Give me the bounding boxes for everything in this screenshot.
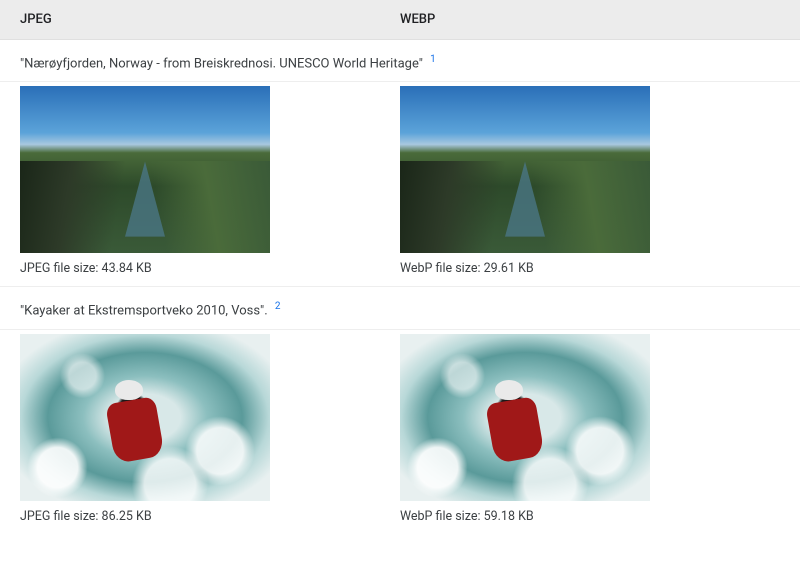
image-caption: "Kayaker at Ekstremsportveko 2010, Voss"…: [20, 304, 268, 319]
webp-thumbnail[interactable]: [400, 334, 650, 501]
image-caption-row: "Nærøyfjorden, Norway - from Breiskredno…: [0, 40, 800, 82]
jpeg-cell: JPEG file size: 43.84 KB: [20, 86, 400, 276]
image-comparison-row: JPEG file size: 43.84 KB WebP file size:…: [0, 82, 800, 287]
jpeg-thumbnail[interactable]: [20, 86, 270, 253]
webp-cell: WebP file size: 59.18 KB: [400, 334, 780, 524]
image-caption-row: "Kayaker at Ekstremsportveko 2010, Voss"…: [0, 287, 800, 329]
column-header-jpeg: JPEG: [20, 12, 400, 27]
footnote-link[interactable]: 1: [430, 54, 436, 65]
footnote-link[interactable]: 2: [275, 301, 281, 312]
webp-size-label: WebP file size: 59.18 KB: [400, 509, 760, 524]
jpeg-cell: JPEG file size: 86.25 KB: [20, 334, 400, 524]
comparison-table: JPEG WEBP "Nærøyfjorden, Norway - from B…: [0, 0, 800, 524]
jpeg-size-label: JPEG file size: 86.25 KB: [20, 509, 380, 524]
jpeg-thumbnail[interactable]: [20, 334, 270, 501]
column-header-webp: WEBP: [400, 12, 780, 27]
image-comparison-row: JPEG file size: 86.25 KB WebP file size:…: [0, 330, 800, 524]
webp-size-label: WebP file size: 29.61 KB: [400, 261, 760, 276]
webp-thumbnail[interactable]: [400, 86, 650, 253]
webp-cell: WebP file size: 29.61 KB: [400, 86, 780, 276]
table-header-row: JPEG WEBP: [0, 0, 800, 40]
jpeg-size-label: JPEG file size: 43.84 KB: [20, 261, 380, 276]
image-caption: "Nærøyfjorden, Norway - from Breiskredno…: [20, 56, 423, 71]
